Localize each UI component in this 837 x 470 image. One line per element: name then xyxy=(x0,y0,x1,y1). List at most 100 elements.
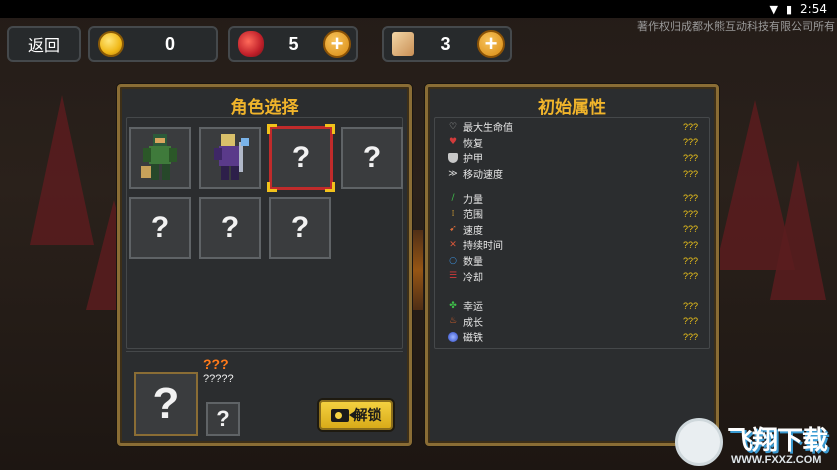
attr-value: ??? xyxy=(682,271,698,282)
attr-label: 最大生命值 xyxy=(463,123,513,135)
attr-area: ⁞ 范围 ??? xyxy=(448,206,698,222)
attr-speed: ➹ 速度 ??? xyxy=(448,222,698,238)
unknown-character-label: ? xyxy=(220,211,240,244)
selected-character-portrait: ? xyxy=(134,372,198,436)
purple-mage-sprite xyxy=(214,134,249,180)
attr-label: 护甲 xyxy=(463,154,483,166)
attr-amount: ○ 数量 ??? xyxy=(448,253,698,269)
attr-growth: ♨ 成长 ??? xyxy=(448,314,698,330)
unknown-character-label: ? xyxy=(291,141,311,174)
status-time: 2:54 xyxy=(800,2,827,16)
selection-corner xyxy=(267,182,277,192)
attr-value: ??? xyxy=(682,255,698,266)
attr-value: ??? xyxy=(682,331,698,342)
attr-label: 冷却 xyxy=(463,272,483,284)
cooldown-icon: ☰ xyxy=(448,271,458,282)
duration-icon: ✕ xyxy=(449,239,457,250)
scroll-icon xyxy=(392,32,414,56)
watermark-logo-icon xyxy=(675,418,723,466)
attributes-title: 初始属性 xyxy=(538,98,606,118)
watermark-url: WWW.FXXZ.COM xyxy=(731,454,822,466)
attr-move-speed: ≫ 移动速度 ??? xyxy=(448,166,698,182)
attr-luck: ✤ 幸运 ??? xyxy=(448,298,698,314)
unknown-character-label: ? xyxy=(290,211,310,244)
attr-value: ??? xyxy=(682,224,698,235)
attributes-panel: 初始属性 ♡ 最大生命值 ??? ♥ 恢复 ??? 护甲 ??? ≫ 移动速度 … xyxy=(425,84,719,446)
attr-value: ??? xyxy=(682,193,698,204)
wing-icon: ≫ xyxy=(448,168,458,179)
unlock-button[interactable]: 解锁 xyxy=(317,398,395,432)
character-detail: ? ? ??? ????? 解锁 xyxy=(126,351,403,437)
unknown-character-label: ? xyxy=(362,141,382,174)
attr-label: 幸运 xyxy=(463,302,483,314)
attr-value: ??? xyxy=(682,137,698,148)
starting-weapon-slot[interactable]: ? xyxy=(206,402,240,436)
status-bar: ▼ ▮ 2:54 xyxy=(0,0,837,18)
apple-counter: 5 + xyxy=(228,26,358,62)
clover-icon: ✤ xyxy=(449,300,457,311)
selection-corner xyxy=(325,182,335,192)
character-slot-4[interactable]: ? xyxy=(341,127,403,189)
attr-label: 成长 xyxy=(463,317,483,329)
attr-duration: ✕ 持续时间 ??? xyxy=(448,237,698,253)
gold-value: 0 xyxy=(164,33,175,54)
attr-label: 移动速度 xyxy=(463,170,503,182)
attribute-list: ♡ 最大生命值 ??? ♥ 恢复 ??? 护甲 ??? ≫ 移动速度 ??? /… xyxy=(448,119,698,345)
attr-label: 持续时间 xyxy=(463,241,503,253)
attr-might: / 力量 ??? xyxy=(448,190,698,206)
site-watermark: 飞翔下载 WWW.FXXZ.COM xyxy=(673,414,831,470)
green-warrior-sprite xyxy=(141,134,177,180)
copyright-notice: 著作权归成都水熊互动科技有限公司所有 xyxy=(637,20,835,33)
selection-corner xyxy=(267,124,277,134)
attr-value: ??? xyxy=(682,168,698,179)
power-icon: / xyxy=(451,193,455,204)
attr-label: 速度 xyxy=(463,225,483,237)
attr-magnet: 磁铁 ??? xyxy=(448,329,698,345)
character-slot-1[interactable] xyxy=(129,127,191,189)
unknown-character-label: ? xyxy=(150,211,170,244)
apple-icon xyxy=(238,31,264,57)
attr-value: ??? xyxy=(682,152,698,163)
attr-label: 恢复 xyxy=(463,138,483,150)
attr-label: 数量 xyxy=(463,257,483,269)
attr-value: ??? xyxy=(682,208,698,219)
gold-counter: 0 xyxy=(88,26,218,62)
fire-glow xyxy=(413,230,423,310)
attr-value: ??? xyxy=(682,316,698,327)
magnet-icon xyxy=(448,331,458,342)
back-button[interactable]: 返回 xyxy=(7,26,81,62)
attr-recovery: ♥ 恢复 ??? xyxy=(448,135,698,151)
heart-icon: ♡ xyxy=(448,121,458,132)
wifi-icon: ▼ xyxy=(769,2,778,16)
unlock-label: 解锁 xyxy=(353,408,382,424)
tree-decoration xyxy=(30,95,94,245)
attr-value: ??? xyxy=(682,300,698,311)
character-slot-6[interactable]: ? xyxy=(199,197,261,259)
attr-value: ??? xyxy=(682,121,698,132)
scroll-counter: 3 + xyxy=(382,26,512,62)
area-icon: ⁞ xyxy=(451,208,455,219)
watermark-title: 飞翔下载 xyxy=(727,426,828,456)
scroll-value: 3 xyxy=(440,33,451,54)
selection-corner xyxy=(325,124,335,134)
amount-icon: ○ xyxy=(449,255,457,266)
add-apple-button[interactable]: + xyxy=(323,30,351,58)
character-slot-5[interactable]: ? xyxy=(129,197,191,259)
attr-armor: 护甲 ??? xyxy=(448,150,698,166)
recovery-heart-icon: ♥ xyxy=(448,137,458,148)
add-scroll-button[interactable]: + xyxy=(477,30,505,58)
battery-icon: ▮ xyxy=(785,2,793,16)
character-slot-3-selected[interactable]: ? xyxy=(267,124,335,192)
video-ad-icon xyxy=(330,408,355,422)
character-slot-2[interactable] xyxy=(199,127,261,189)
attr-label: 磁铁 xyxy=(463,333,483,345)
attr-label: 力量 xyxy=(463,194,483,206)
attr-max-hp: ♡ 最大生命值 ??? xyxy=(448,119,698,135)
attr-cooldown: ☰ 冷却 ??? xyxy=(448,268,698,284)
growth-icon: ♨ xyxy=(448,316,458,327)
speed-icon: ➹ xyxy=(449,224,457,235)
character-name: ??? xyxy=(203,356,229,372)
character-description: ????? xyxy=(203,373,234,385)
gold-coin-icon xyxy=(98,31,124,57)
character-slot-7[interactable]: ? xyxy=(269,197,331,259)
